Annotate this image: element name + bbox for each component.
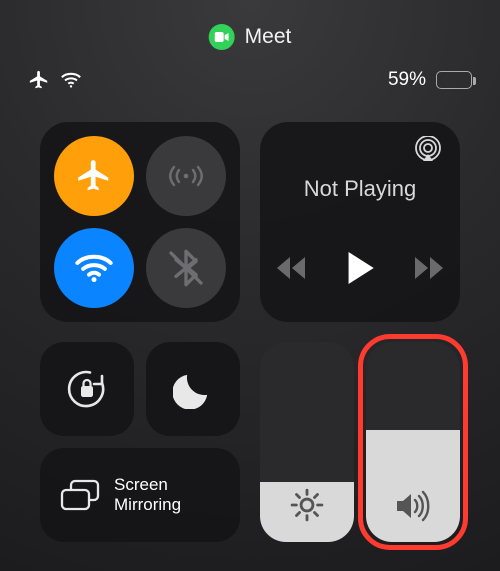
airplane-mode-toggle[interactable]	[54, 136, 134, 216]
airplay-icon[interactable]	[414, 136, 442, 162]
volume-fill	[366, 430, 460, 542]
camera-active-icon	[209, 24, 235, 50]
volume-icon	[393, 490, 433, 522]
wifi-status-icon	[60, 71, 82, 89]
brightness-icon	[290, 488, 324, 522]
battery-icon	[436, 71, 472, 89]
brightness-slider[interactable]	[260, 342, 354, 542]
wifi-toggle[interactable]	[54, 228, 134, 308]
battery-percent-label: 59%	[388, 69, 426, 91]
status-bar: 59%	[0, 60, 500, 100]
cellular-data-toggle[interactable]	[146, 136, 226, 216]
airplane-status-icon	[28, 69, 50, 91]
active-session-pill[interactable]: Meet	[209, 24, 292, 50]
next-track-button[interactable]	[414, 257, 444, 279]
screen-mirroring-label: Screen Mirroring	[114, 475, 219, 515]
volume-slider[interactable]	[366, 342, 460, 542]
play-button[interactable]	[346, 252, 374, 284]
connectivity-tile[interactable]	[40, 122, 240, 322]
screen-mirroring-button[interactable]: Screen Mirroring	[40, 448, 240, 542]
media-tile[interactable]: Not Playing	[260, 122, 460, 322]
previous-track-button[interactable]	[276, 257, 306, 279]
do-not-disturb-toggle[interactable]	[146, 342, 240, 436]
orientation-lock-toggle[interactable]	[40, 342, 134, 436]
media-title: Not Playing	[260, 176, 460, 202]
screen-mirroring-icon	[60, 479, 100, 511]
bluetooth-toggle[interactable]	[146, 228, 226, 308]
active-app-name: Meet	[245, 25, 292, 49]
